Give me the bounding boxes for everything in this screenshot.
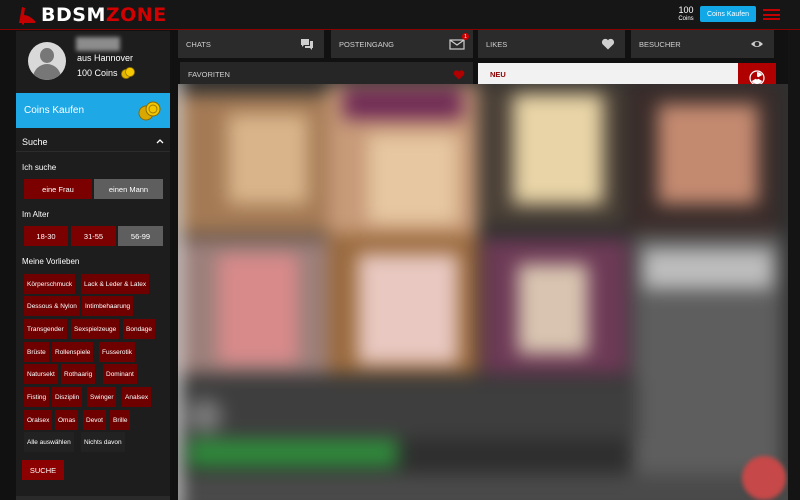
- new-members-label: NEU: [490, 69, 506, 79]
- tag-devot[interactable]: Devot: [83, 410, 106, 430]
- chat-icon: [301, 39, 313, 50]
- age-label: Im Alter: [22, 210, 50, 219]
- header-coin-count: 100: [678, 5, 694, 15]
- profile-card[interactable]: aus Hannover 100 Coins: [16, 31, 170, 92]
- tag-bondage[interactable]: Bondage: [123, 319, 156, 339]
- tag-dessous-nylon[interactable]: Dessous & Nylon: [24, 296, 80, 316]
- coins-icon: [120, 67, 135, 79]
- page-edge: [788, 30, 800, 500]
- tag-transgender[interactable]: Transgender: [24, 319, 67, 339]
- seeking-man-button[interactable]: einen Mann: [94, 179, 163, 199]
- coin-stack-icon: [138, 101, 161, 121]
- avatar[interactable]: [28, 42, 66, 80]
- site-logo[interactable]: BDSMZONE: [16, 4, 167, 26]
- tag-koerperschmuck[interactable]: Körperschmuck: [24, 274, 76, 294]
- logo-text-zone: ZONE: [105, 4, 167, 26]
- tag-oralsex[interactable]: Oralsex: [24, 410, 53, 430]
- tab-inbox[interactable]: POSTEINGANG 1: [331, 30, 473, 58]
- sidebar: aus Hannover 100 Coins Coins Kaufen Such…: [16, 31, 170, 500]
- tag-natursekt[interactable]: Natursekt: [24, 364, 58, 384]
- search-section-header[interactable]: Suche: [16, 132, 170, 152]
- tag-brueste[interactable]: Brüste: [24, 342, 49, 362]
- tab-likes-label: LIKES: [486, 39, 508, 49]
- tag-lack-leder-latex[interactable]: Lack & Leder & Latex: [81, 274, 150, 294]
- tab-likes[interactable]: LIKES: [478, 30, 625, 58]
- tab-visitors-label: BESUCHER: [639, 39, 681, 49]
- seeking-woman-button[interactable]: eine Frau: [24, 179, 92, 199]
- tag-sexspielzeuge[interactable]: Sexspielzeuge: [71, 319, 120, 339]
- blurred-member-grid: [178, 84, 788, 500]
- tag-select-none[interactable]: Nichts davon: [81, 432, 125, 452]
- tag-disziplin[interactable]: Disziplin: [52, 387, 83, 407]
- chevron-up-icon[interactable]: [156, 139, 164, 144]
- heart-icon: [453, 70, 465, 80]
- tag-intimbehaarung[interactable]: Intimbehaarung: [82, 296, 134, 316]
- tag-dominant[interactable]: Dominant: [103, 364, 137, 384]
- tab-inbox-label: POSTEINGANG: [339, 39, 395, 49]
- tag-fisting[interactable]: Fisting: [24, 387, 50, 407]
- header-coin-label: Coins: [678, 16, 694, 22]
- sidebar-footer: [16, 496, 170, 500]
- search-button[interactable]: SUCHE: [22, 460, 64, 480]
- age-18-30-button[interactable]: 18-30: [24, 226, 68, 246]
- tag-rothaarig[interactable]: Rothaarig: [61, 364, 96, 384]
- top-header: BDSMZONE 100 Coins Coins Kaufen: [0, 0, 800, 30]
- menu-icon[interactable]: [763, 9, 780, 20]
- tag-analsex[interactable]: Analsex: [122, 387, 152, 407]
- username-redacted: [76, 37, 120, 51]
- inbox-unread-badge: 1: [462, 33, 469, 40]
- preferences-label: Meine Vorlieben: [22, 257, 80, 266]
- seeking-label: Ich suche: [22, 163, 57, 172]
- tab-chats[interactable]: CHATS: [178, 30, 324, 58]
- age-31-55-button[interactable]: 31-55: [71, 226, 116, 246]
- tag-omas[interactable]: Omas: [55, 410, 79, 430]
- age-56-99-button[interactable]: 56-99: [118, 226, 163, 246]
- tag-rollenspiele[interactable]: Rollenspiele: [52, 342, 94, 362]
- header-buy-coins-button[interactable]: Coins Kaufen: [700, 6, 756, 22]
- buy-coins-banner[interactable]: Coins Kaufen: [16, 93, 170, 128]
- new-members-header[interactable]: NEU: [478, 63, 738, 85]
- high-heel-icon: [19, 7, 35, 25]
- logo-text-bdsm: BDSM: [41, 4, 106, 26]
- profile-coins: 100 Coins: [77, 66, 135, 80]
- heart-icon: [601, 38, 615, 50]
- eye-icon: [751, 41, 763, 47]
- search-section-title: Suche: [22, 136, 48, 147]
- tag-fusserotik[interactable]: Fusserotik: [99, 342, 135, 362]
- tag-select-all[interactable]: Alle auswählen: [24, 432, 74, 452]
- profile-coins-text: 100 Coins: [77, 68, 118, 78]
- tab-chats-label: CHATS: [186, 39, 211, 49]
- buy-coins-label: Coins Kaufen: [24, 105, 85, 116]
- tag-brille[interactable]: Brille: [110, 410, 131, 430]
- tag-swinger[interactable]: Swinger: [87, 387, 117, 407]
- floating-action-button[interactable]: [742, 456, 786, 500]
- header-coin-balance: 100 Coins: [674, 6, 698, 24]
- favorites-header[interactable]: FAVORITEN: [180, 62, 473, 86]
- profile-location: aus Hannover: [77, 53, 134, 63]
- tab-visitors[interactable]: BESUCHER: [631, 30, 774, 58]
- favorites-label: FAVORITEN: [188, 69, 230, 79]
